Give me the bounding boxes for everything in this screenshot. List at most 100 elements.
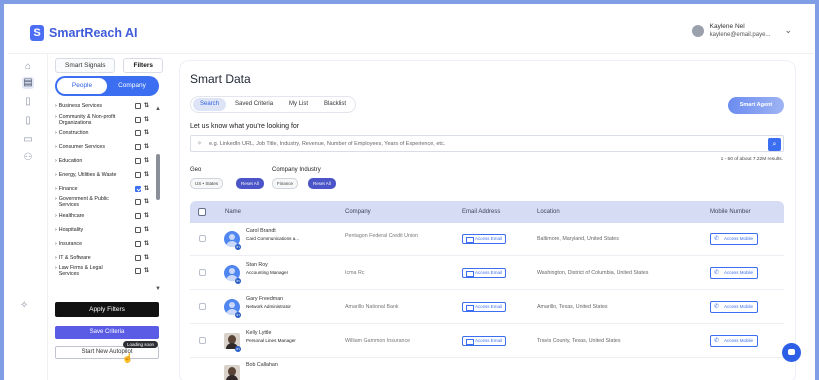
scroll-down-icon[interactable]: ▼	[155, 286, 161, 292]
scrollbar-thumb[interactable]	[156, 154, 160, 200]
database-icon[interactable]: ▤	[22, 77, 34, 89]
access-mobile-button[interactable]: Access Mobile	[710, 233, 758, 245]
checkbox[interactable]	[134, 268, 141, 275]
file-icon[interactable]: ▯	[22, 115, 34, 127]
row-checkbox[interactable]	[199, 235, 206, 242]
access-mobile-button[interactable]: Access Mobile	[710, 301, 758, 313]
list-item[interactable]: › IT & Software ⇅	[55, 251, 149, 265]
search-input[interactable]: ✧ e.g. LinkedIn URL, Job Title, Industry…	[190, 135, 784, 152]
access-email-button[interactable]: Access Email	[462, 268, 506, 278]
chat-button[interactable]	[782, 343, 801, 362]
checkbox[interactable]	[134, 240, 141, 247]
linkedin-icon[interactable]: in	[235, 278, 241, 284]
table-row[interactable]: Bob Callahan	[190, 359, 784, 380]
list-item[interactable]: › Healthcare ⇅	[55, 209, 149, 223]
checkbox[interactable]	[134, 158, 141, 165]
include-exclude-icon[interactable]: ⇅	[144, 144, 149, 150]
col-company[interactable]: Company	[345, 201, 371, 223]
list-item[interactable]: › Business Services ⇅	[55, 102, 149, 113]
user-menu[interactable]: Kaylene Nel kaylene@email.paye... ⌄	[691, 22, 792, 39]
checkbox[interactable]	[134, 227, 141, 234]
list-item[interactable]: › Consumer Services ⇅	[55, 140, 149, 154]
table-row[interactable]: in Gary Freedman Network Administrator A…	[190, 291, 784, 324]
col-name[interactable]: Name	[225, 201, 241, 223]
people-company-toggle[interactable]: People Company	[55, 76, 159, 96]
include-exclude-icon[interactable]: ⇅	[144, 172, 149, 178]
list-item[interactable]: › Community & Non-profit Organizations ⇅	[55, 113, 149, 127]
book-icon[interactable]: ▭	[22, 134, 34, 146]
row-checkbox[interactable]	[199, 337, 206, 344]
checkbox-checked[interactable]	[134, 185, 141, 192]
tab-search[interactable]: Search	[193, 98, 227, 111]
table-row[interactable]: in Carol Brandt Card Communications a...…	[190, 223, 784, 256]
checkbox[interactable]	[134, 254, 141, 261]
users-icon[interactable]: ⚇	[22, 152, 34, 164]
logo[interactable]: S SmartReach AI	[30, 25, 137, 41]
checkbox[interactable]	[134, 171, 141, 178]
linkedin-icon[interactable]: in	[235, 312, 241, 318]
col-location[interactable]: Location	[537, 201, 560, 223]
row-checkbox[interactable]	[199, 303, 206, 310]
include-exclude-icon[interactable]: ⇅	[144, 117, 149, 123]
list-item[interactable]: › Government & Public Services ⇅	[55, 196, 149, 210]
tab-blacklist[interactable]: Blacklist	[317, 98, 353, 111]
linkedin-icon[interactable]: in	[235, 244, 241, 250]
tab-filters[interactable]: Filters	[123, 58, 163, 73]
geo-chip[interactable]: US • States	[190, 178, 224, 189]
contact-name[interactable]: Bob Callahan	[246, 362, 278, 368]
contact-name[interactable]: Gary Freedman	[246, 296, 283, 302]
list-item[interactable]: › Insurance ⇅	[55, 237, 149, 251]
row-checkbox[interactable]	[199, 269, 206, 276]
table-row[interactable]: in Stan Roy Accounting Manager Icma Rc A…	[190, 257, 784, 290]
home-icon[interactable]: ⌂	[22, 61, 34, 73]
list-item[interactable]: › Hospitality ⇅	[55, 223, 149, 237]
table-row[interactable]: in Kelly Lyttle Personal Lines Manager W…	[190, 325, 784, 358]
scroll-up-icon[interactable]: ▲	[155, 106, 161, 112]
checkbox[interactable]	[134, 199, 141, 206]
sparkle-icon[interactable]: ✧	[20, 300, 28, 311]
include-exclude-icon[interactable]: ⇅	[144, 199, 149, 205]
toggle-people[interactable]: People	[57, 78, 107, 94]
chevron-down-icon[interactable]: ⌄	[784, 25, 792, 36]
tab-my-list[interactable]: My List	[282, 98, 315, 111]
include-exclude-icon[interactable]: ⇅	[144, 268, 149, 274]
checkbox[interactable]	[134, 130, 141, 137]
document-icon[interactable]: ▯	[22, 96, 34, 108]
access-email-button[interactable]: Access Email	[462, 234, 506, 244]
access-email-button[interactable]: Access Email	[462, 302, 506, 312]
contact-name[interactable]: Stan Roy	[246, 262, 268, 268]
geo-reset-button[interactable]: Reset All	[236, 178, 264, 189]
include-exclude-icon[interactable]: ⇅	[144, 158, 149, 164]
contact-name[interactable]: Carol Brandt	[246, 228, 276, 234]
list-item[interactable]: › Education ⇅	[55, 154, 149, 168]
include-exclude-icon[interactable]: ⇅	[144, 186, 149, 192]
scrollbar[interactable]: ▲ ▼	[155, 106, 161, 292]
tab-smart-signals[interactable]: Smart Signals	[55, 58, 116, 73]
search-button[interactable]: ⌕	[768, 137, 781, 151]
access-mobile-button[interactable]: Access Mobile	[710, 267, 758, 279]
apply-filters-button[interactable]: Apply Filters	[55, 302, 159, 317]
contact-name[interactable]: Kelly Lyttle	[246, 330, 271, 336]
toggle-company[interactable]: Company	[107, 78, 157, 94]
access-mobile-button[interactable]: Access Mobile	[710, 335, 758, 347]
list-item[interactable]: › Energy, Utilities & Waste ⇅	[55, 168, 149, 182]
linkedin-icon[interactable]: in	[235, 346, 241, 352]
checkbox[interactable]	[134, 213, 141, 220]
list-item[interactable]: › Construction ⇅	[55, 127, 149, 141]
include-exclude-icon[interactable]: ⇅	[144, 213, 149, 219]
include-exclude-icon[interactable]: ⇅	[144, 227, 149, 233]
include-exclude-icon[interactable]: ⇅	[144, 255, 149, 261]
checkbox[interactable]	[134, 116, 141, 123]
include-exclude-icon[interactable]: ⇅	[144, 130, 149, 136]
industry-chip[interactable]: Finance	[272, 178, 299, 189]
smart-agent-button[interactable]: Smart Agent	[728, 97, 784, 114]
include-exclude-icon[interactable]: ⇅	[144, 241, 149, 247]
save-criteria-button[interactable]: Save Criteria	[55, 326, 159, 339]
checkbox[interactable]	[134, 144, 141, 151]
tab-saved-criteria[interactable]: Saved Criteria	[228, 98, 280, 111]
access-email-button[interactable]: Access Email	[462, 336, 506, 346]
list-item[interactable]: › Law Firms & Legal Services ⇅	[55, 265, 149, 279]
list-item[interactable]: › Finance ⇅	[55, 182, 149, 196]
checkbox[interactable]	[134, 102, 141, 109]
select-all-checkbox[interactable]	[198, 208, 206, 216]
